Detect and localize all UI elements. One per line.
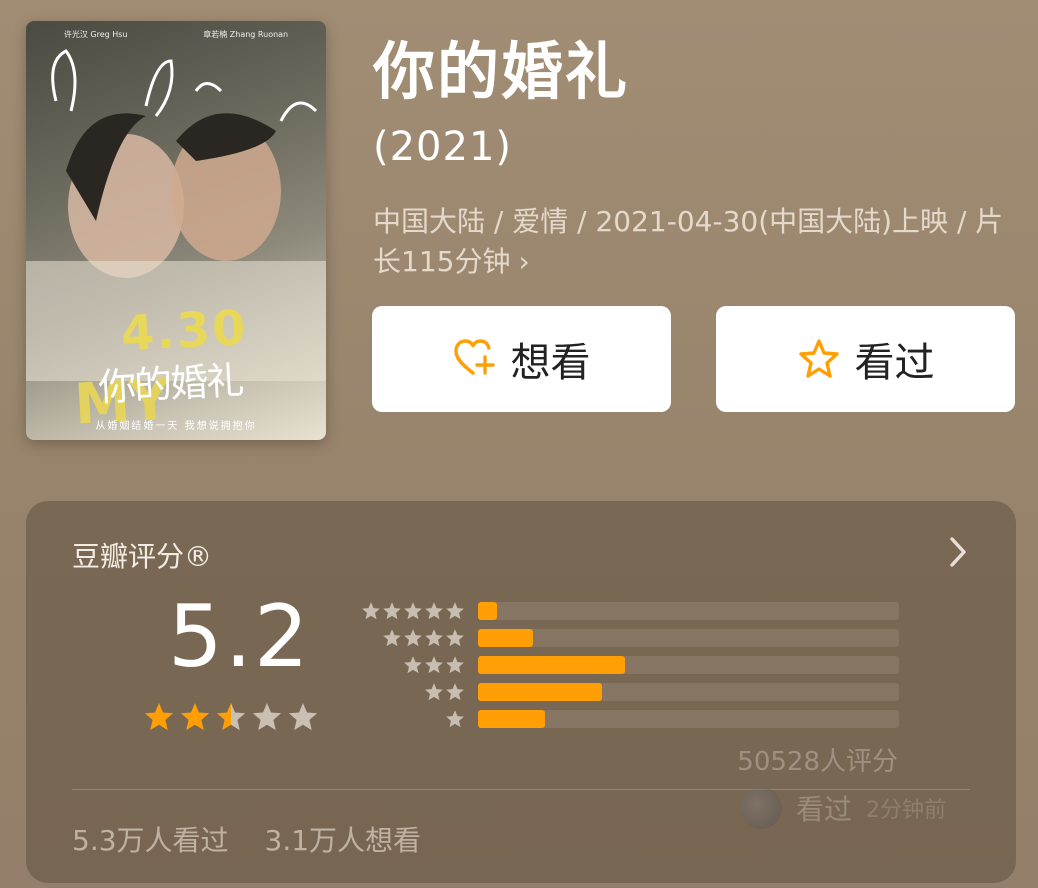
audience-stats: 5.3万人看过 3.1万人想看 <box>72 819 421 859</box>
distribution-track <box>478 656 899 674</box>
star-filled-icon <box>144 703 174 731</box>
distribution-bar <box>478 656 626 674</box>
star-icon <box>446 629 464 647</box>
rating-score: 5.2 <box>168 587 311 687</box>
rating-count[interactable]: 50528人评分 <box>737 741 898 778</box>
star-icon <box>404 656 422 674</box>
watched-label: 看过 <box>854 340 935 386</box>
distribution-row-1-star <box>356 709 901 729</box>
want-to-watch-label: 想看 <box>510 340 591 386</box>
distribution-bar <box>478 710 546 728</box>
chevron-right-icon[interactable] <box>948 535 968 569</box>
distribution-track <box>478 602 899 620</box>
distribution-bar <box>478 629 533 647</box>
poster-title-cn: 你的婚礼 <box>97 358 244 410</box>
movie-poster[interactable]: 许光汉 Greg Hsu 章若楠 Zhang Ruonan 4.30 MY LO… <box>26 21 326 440</box>
distribution-track <box>478 710 899 728</box>
star-empty-icon <box>288 703 318 731</box>
distribution-row-2-star <box>356 682 901 702</box>
distribution-stars <box>361 601 465 621</box>
star-icon <box>425 602 443 620</box>
star-outline-icon <box>798 339 839 378</box>
distribution-row-3-star <box>356 655 901 675</box>
star-icon <box>446 602 464 620</box>
movie-title: 你的婚礼 <box>373 35 630 108</box>
star-icon <box>425 656 443 674</box>
star-icon <box>446 656 464 674</box>
recent-activity: 看过 2分钟前 <box>740 787 946 829</box>
poster-actor-right: 章若楠 Zhang Ruonan <box>203 30 289 39</box>
distribution-row-4-star <box>356 628 901 648</box>
movie-year: (2021) <box>373 124 513 170</box>
avatar <box>740 787 782 829</box>
want-count[interactable]: 3.1万人想看 <box>265 819 422 859</box>
star-filled-icon <box>180 703 210 731</box>
chevron-right-icon: › <box>518 245 530 278</box>
star-icon <box>446 710 464 728</box>
distribution-stars <box>445 709 465 729</box>
poster-credits: 许光汉 Greg Hsu 章若楠 Zhang Ruonan <box>26 29 326 40</box>
distribution-track <box>478 629 899 647</box>
rating-section-title: 豆瓣评分® <box>72 540 213 573</box>
poster-actor-left: 许光汉 Greg Hsu <box>63 30 128 39</box>
star-icon <box>425 683 443 701</box>
distribution-row-5-star <box>356 601 901 621</box>
star-half-icon <box>216 703 246 731</box>
movie-meta-link[interactable]: 中国大陆 / 爱情 / 2021-04-30(中国大陆)上映 / 片长115分钟… <box>373 202 1018 282</box>
star-icon <box>404 602 422 620</box>
want-to-watch-button[interactable]: 想看 <box>372 306 671 412</box>
star-icon <box>446 683 464 701</box>
recent-action: 看过 <box>796 793 853 826</box>
star-icon <box>425 629 443 647</box>
star-icon <box>383 602 401 620</box>
star-empty-icon <box>252 703 282 731</box>
distribution-bar <box>478 683 603 701</box>
distribution-bar <box>478 602 497 620</box>
movie-detail-page: 许光汉 Greg Hsu 章若楠 Zhang Ruonan 4.30 MY LO… <box>0 0 1038 888</box>
star-icon <box>404 629 422 647</box>
heart-plus-icon <box>453 339 495 375</box>
distribution-stars <box>424 682 465 702</box>
watched-button[interactable]: 看过 <box>716 306 1015 412</box>
douban-rating-card[interactable]: 豆瓣评分® 5.2 50528人评分 看过 2分钟前 5.3万人看过 3.1万人… <box>26 501 1016 883</box>
poster-tagline: 从婚姻结婚一天 我想说拥抱你 <box>95 421 257 432</box>
rating-stars <box>143 701 319 733</box>
movie-meta: 中国大陆 / 爱情 / 2021-04-30(中国大陆)上映 / 片长115分钟 <box>373 205 1004 278</box>
distribution-stars <box>403 655 465 675</box>
star-icon <box>362 602 380 620</box>
distribution-track <box>478 683 899 701</box>
distribution-stars <box>382 628 465 648</box>
star-icon <box>383 629 401 647</box>
recent-time: 2分钟前 <box>866 798 947 823</box>
seen-count[interactable]: 5.3万人看过 <box>72 819 229 859</box>
